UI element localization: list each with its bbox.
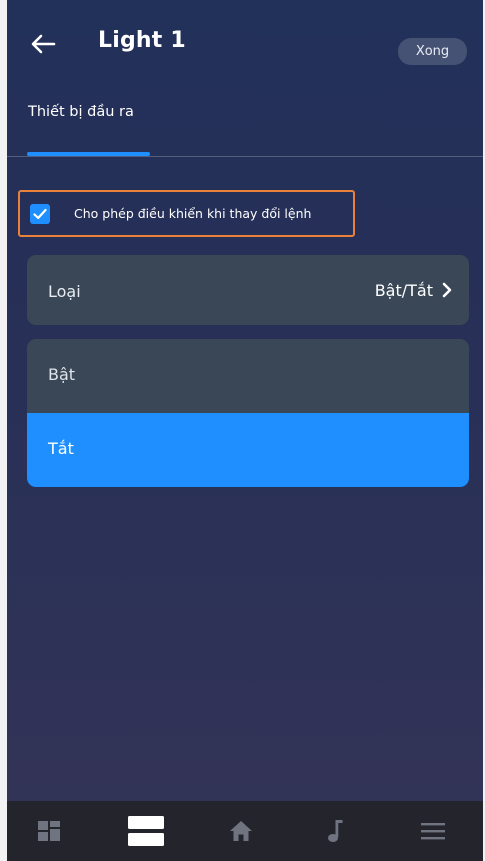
tab-output-device[interactable]: Thiết bị đầu ra: [28, 104, 134, 120]
nav-devices[interactable]: [116, 801, 176, 861]
nav-menu[interactable]: [403, 801, 463, 861]
devices-icon: [128, 816, 164, 846]
type-value: Bật/Tắt: [374, 281, 433, 300]
dashboard-icon: [38, 821, 60, 841]
check-icon: [33, 208, 47, 219]
back-button[interactable]: [25, 26, 61, 62]
allow-control-checkbox-row[interactable]: Cho phép điều khiển khi thay đổi lệnh: [18, 190, 355, 237]
option-off-label: Tắt: [48, 439, 74, 458]
nav-dashboard[interactable]: [19, 801, 79, 861]
option-on[interactable]: Bật: [27, 339, 469, 413]
header: Light 1 Xong Thiết bị đầu ra: [7, 0, 483, 158]
done-button[interactable]: Xong: [398, 38, 467, 65]
allow-control-checkbox[interactable]: [30, 203, 50, 224]
arrow-left-icon: [31, 34, 56, 54]
option-off[interactable]: Tắt: [27, 413, 469, 487]
app-screen: Light 1 Xong Thiết bị đầu ra Cho phép đi…: [7, 0, 483, 861]
home-icon: [230, 821, 252, 841]
allow-control-label: Cho phép điều khiển khi thay đổi lệnh: [74, 206, 312, 221]
nav-home[interactable]: [211, 801, 271, 861]
menu-icon: [421, 823, 445, 840]
type-selector-row[interactable]: Loại Bật/Tắt: [27, 255, 469, 325]
state-options: Bật Tắt: [27, 339, 469, 487]
option-on-label: Bật: [48, 365, 76, 384]
header-divider: [7, 156, 483, 157]
type-label: Loại: [48, 282, 81, 301]
bottom-navigation: [7, 801, 483, 861]
music-icon: [328, 820, 343, 842]
page-title: Light 1: [98, 28, 186, 53]
chevron-right-icon: [442, 282, 452, 298]
nav-music[interactable]: [306, 801, 366, 861]
